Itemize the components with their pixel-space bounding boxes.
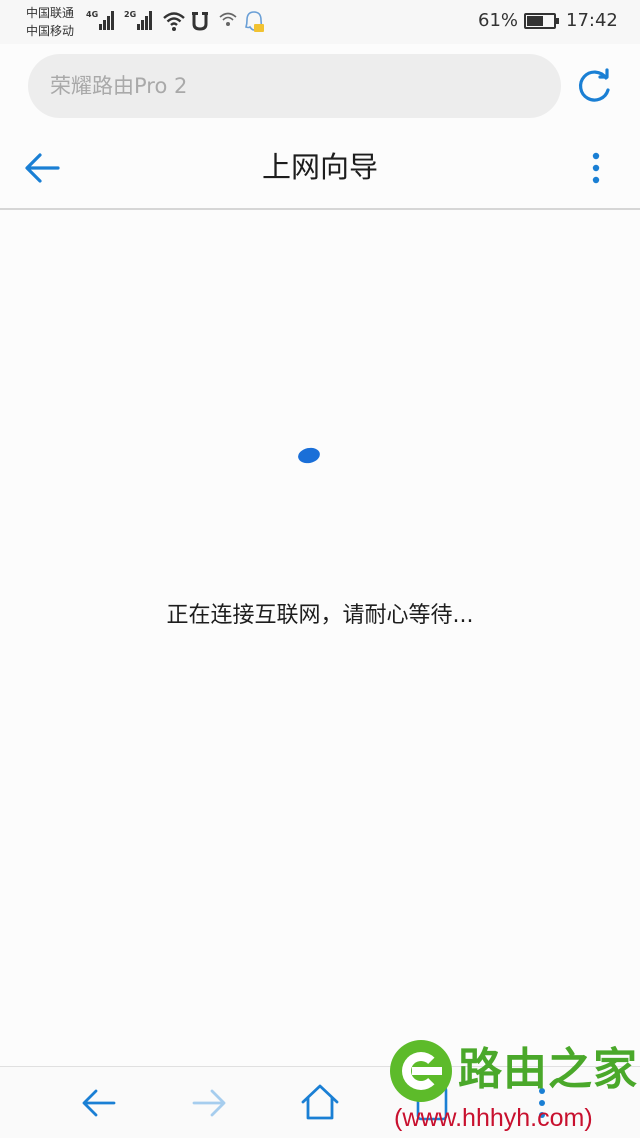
carrier-1: 中国联通 xyxy=(26,6,75,20)
connecting-message: 正在连接互联网，请耐心等待... xyxy=(166,603,474,628)
battery-fill xyxy=(527,16,543,26)
watermark-url: (www.hhhyh.com) xyxy=(394,1104,593,1132)
refresh-icon[interactable] xyxy=(574,66,614,106)
battery-icon xyxy=(524,13,559,29)
browser-back-icon[interactable] xyxy=(76,1081,120,1125)
carrier-2: 中国移动 xyxy=(26,24,75,38)
battery-percent: 61% xyxy=(478,10,519,31)
watermark-name: 路由之家 xyxy=(458,1044,638,1095)
browser-forward-icon[interactable] xyxy=(188,1081,232,1125)
status-bar: 中国联通 中国移动 4G 2G 61% 17:42 xyxy=(0,0,640,44)
hotspot-icon xyxy=(219,12,237,26)
carrier-labels: 中国联通 中国移动 xyxy=(26,4,74,40)
address-bar[interactable]: 荣耀路由Pro 2 xyxy=(28,54,561,118)
loading-spinner xyxy=(296,445,322,466)
signal-strength-icon-1: 4G xyxy=(86,10,115,30)
title-bar: 上网向导 xyxy=(0,122,640,210)
network-type-1: 4G xyxy=(86,10,99,19)
home-icon[interactable] xyxy=(298,1081,342,1125)
watermark: 路由之家 (www.hhhyh.com) xyxy=(386,1036,640,1138)
more-options-icon[interactable] xyxy=(580,148,612,188)
signal-strength-icon-2: 2G xyxy=(124,10,153,30)
qq-icon xyxy=(244,11,264,32)
page-title: 上网向导 xyxy=(261,150,378,184)
clock: 17:42 xyxy=(566,10,618,31)
address-text: 荣耀路由Pro 2 xyxy=(50,74,188,98)
wifi-icon xyxy=(163,12,185,31)
network-type-2: 2G xyxy=(124,10,137,19)
watermark-logo-icon xyxy=(390,1040,452,1102)
notification-app-icon xyxy=(192,12,208,31)
